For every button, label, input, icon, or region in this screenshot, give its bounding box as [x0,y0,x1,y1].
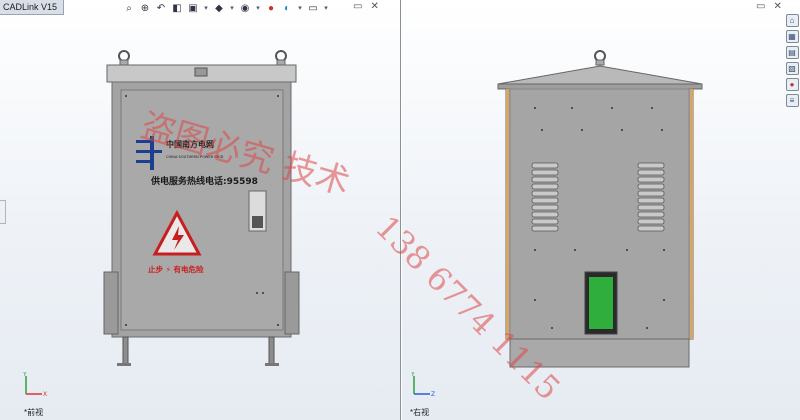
warning-text: 止步 ⚡ 有电危险 [148,264,204,274]
side-edge-right [690,89,693,339]
side-base [509,338,690,368]
side-box-left [103,271,119,335]
left-viewport[interactable]: CADLink V15 ⌕ ⊕ ↶ ◧ ▣ ▾ ◆ ▾ ◉ ▾ ● ◐ ▾ ▭ … [0,0,401,420]
side-box-right [284,271,300,335]
hotline-text: 供电服务热线电话:95598 [150,175,258,187]
svg-text:X: X [43,391,47,398]
cabinet-front-view: 中国南方电网 CHINA SOUTHERN POWER GRID 供电服务热线电… [103,50,300,366]
vent-window-mesh [589,277,613,329]
svg-text:Y: Y [22,372,27,378]
lifting-eye-left [118,50,130,66]
side-roof-edge [497,83,703,90]
svg-text:Y: Y [410,372,415,378]
side-edge-left [506,89,509,339]
roof-handle [194,67,208,77]
lifting-eye-side [594,50,606,66]
cabinet-side-view [497,50,703,368]
coordinate-triad-icon: Y X [22,372,47,398]
foot-left [117,363,131,366]
side-roof [497,65,703,85]
door-lock-handle [252,216,263,228]
leg-right [268,336,275,366]
brand-cn: 中国南方电网 [166,139,214,149]
brand-en: CHINA SOUTHERN POWER GRID [166,155,224,159]
view-label-right: *右视 [410,408,430,417]
leg-left [122,336,129,366]
svg-text:Z: Z [431,391,435,398]
view-label-front: *前视 [24,408,44,417]
coordinate-triad-icon: Y Z [410,372,435,398]
foot-right [265,363,279,366]
lifting-eye-right [275,50,287,66]
right-viewport[interactable]: ▭ ✕ ⌂ ▦ ▤ ▧ ● ≡ Y Z *右视 [402,0,800,420]
